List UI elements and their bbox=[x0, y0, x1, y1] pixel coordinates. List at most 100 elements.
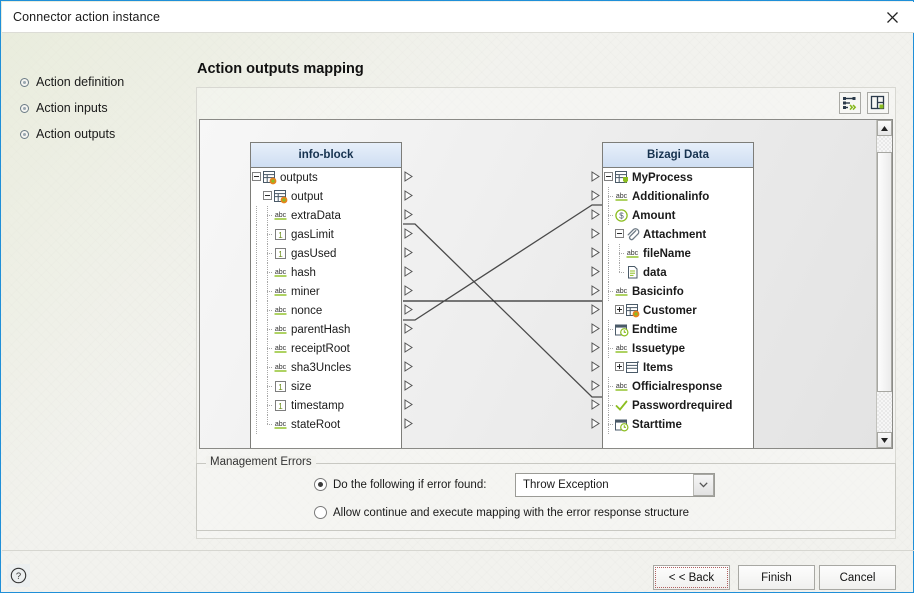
collapse-toggle-icon[interactable] bbox=[603, 168, 614, 187]
back-button[interactable]: < < Back bbox=[653, 565, 730, 590]
tree-indent-guide bbox=[262, 301, 273, 320]
connector-arrow-icon[interactable] bbox=[589, 395, 602, 414]
collapse-toggle-icon[interactable] bbox=[614, 225, 625, 244]
tree-row[interactable]: abc miner bbox=[251, 282, 401, 301]
tree-row[interactable]: abc Additionalinfo bbox=[603, 187, 753, 206]
connector-arrow-icon[interactable] bbox=[589, 186, 602, 205]
tree-row[interactable]: abc Officialresponse bbox=[603, 377, 753, 396]
tree-row[interactable]: Attachment bbox=[603, 225, 753, 244]
tree-row[interactable]: abc parentHash bbox=[251, 320, 401, 339]
chevron-down-icon[interactable] bbox=[693, 474, 714, 496]
tree-row[interactable]: Items bbox=[603, 358, 753, 377]
target-tree-header: Bizagi Data bbox=[603, 143, 753, 168]
source-tree[interactable]: info-block outputs output abc extraData 1 gas… bbox=[250, 142, 402, 448]
table-node-icon bbox=[626, 304, 640, 318]
mapping-line bbox=[403, 204, 602, 321]
connector-arrow-icon[interactable] bbox=[402, 300, 415, 319]
radio-do-following[interactable]: Do the following if error found: bbox=[314, 478, 486, 491]
radio-do-following-indicator[interactable] bbox=[314, 478, 327, 491]
auto-map-icon[interactable] bbox=[839, 92, 861, 114]
tree-row[interactable]: abc sha3Uncles bbox=[251, 358, 401, 377]
connector-arrow-icon[interactable] bbox=[589, 205, 602, 224]
svg-text:?: ? bbox=[16, 571, 21, 582]
tree-row[interactable]: 1 size bbox=[251, 377, 401, 396]
mapper-scrollbar[interactable] bbox=[876, 120, 892, 448]
close-icon[interactable] bbox=[870, 2, 914, 32]
tree-row[interactable]: data bbox=[603, 263, 753, 282]
wizard-steps-sidebar: Action definition Action inputs Action o… bbox=[2, 33, 190, 551]
tree-row[interactable]: Starttime bbox=[603, 415, 753, 434]
connector-arrow-icon[interactable] bbox=[589, 262, 602, 281]
connector-arrow-icon[interactable] bbox=[402, 319, 415, 338]
tree-row[interactable]: abc fileName bbox=[603, 244, 753, 263]
tree-row[interactable]: abc hash bbox=[251, 263, 401, 282]
tree-row-label: sha3Uncles bbox=[291, 361, 352, 374]
collapse-toggle-icon[interactable] bbox=[262, 187, 273, 206]
tree-row[interactable]: abc Issuetype bbox=[603, 339, 753, 358]
connector-arrow-icon[interactable] bbox=[589, 357, 602, 376]
tree-row[interactable]: output bbox=[251, 187, 401, 206]
expand-toggle-icon[interactable] bbox=[614, 358, 625, 377]
radio-allow-continue-indicator[interactable] bbox=[314, 506, 327, 519]
tree-row[interactable]: MyProcess bbox=[603, 168, 753, 187]
sidebar-item-action-inputs[interactable]: Action inputs bbox=[20, 101, 108, 115]
collapse-toggle-icon[interactable] bbox=[251, 168, 262, 187]
connector-arrow-icon[interactable] bbox=[402, 205, 415, 224]
connector-arrow-icon[interactable] bbox=[589, 281, 602, 300]
connector-arrow-icon[interactable] bbox=[402, 357, 415, 376]
connector-arrow-icon[interactable] bbox=[589, 319, 602, 338]
finish-button[interactable]: Finish bbox=[738, 565, 815, 590]
tree-row[interactable]: abc nonce bbox=[251, 301, 401, 320]
tree-row[interactable]: outputs bbox=[251, 168, 401, 187]
connector-arrow-icon[interactable] bbox=[589, 224, 602, 243]
scroll-down-icon[interactable] bbox=[877, 432, 892, 448]
title-bar: Connector action instance bbox=[2, 2, 914, 32]
tree-row[interactable]: 1 gasUsed bbox=[251, 244, 401, 263]
tree-row[interactable]: abc stateRoot bbox=[251, 415, 401, 434]
connector-arrow-icon[interactable] bbox=[402, 414, 415, 433]
error-action-dropdown[interactable]: Throw Exception bbox=[515, 473, 715, 497]
connector-arrow-icon[interactable] bbox=[402, 186, 415, 205]
layout-icon[interactable] bbox=[867, 92, 889, 114]
connector-arrow-icon[interactable] bbox=[402, 167, 415, 186]
connector-arrow-icon[interactable] bbox=[589, 243, 602, 262]
mapping-canvas[interactable]: info-block outputs output abc extraData 1 gas… bbox=[199, 119, 893, 449]
connector-arrow-icon[interactable] bbox=[589, 414, 602, 433]
connector-arrow-icon[interactable] bbox=[402, 338, 415, 357]
connector-arrow-icon[interactable] bbox=[402, 224, 415, 243]
scroll-thumb[interactable] bbox=[877, 152, 892, 392]
connector-arrow-icon[interactable] bbox=[402, 376, 415, 395]
tree-indent-guide bbox=[603, 225, 614, 244]
sidebar-item-action-outputs[interactable]: Action outputs bbox=[20, 127, 115, 141]
radio-allow-continue[interactable]: Allow continue and execute mapping with … bbox=[314, 506, 689, 519]
tree-row[interactable]: 1 timestamp bbox=[251, 396, 401, 415]
connector-arrow-icon[interactable] bbox=[402, 281, 415, 300]
connector-arrow-icon[interactable] bbox=[402, 262, 415, 281]
scroll-track-bottom[interactable] bbox=[877, 392, 892, 432]
expand-toggle-icon[interactable] bbox=[614, 301, 625, 320]
connector-arrow-icon[interactable] bbox=[402, 243, 415, 262]
tree-row[interactable]: 1 gasLimit bbox=[251, 225, 401, 244]
source-tree-rows: outputs output abc extraData 1 gasLimit 1 gasUs… bbox=[251, 168, 401, 448]
connector-arrow-icon[interactable] bbox=[402, 395, 415, 414]
tree-row[interactable]: abc Basicinfo bbox=[603, 282, 753, 301]
tree-row[interactable]: $ Amount bbox=[603, 206, 753, 225]
tree-row[interactable]: abc receiptRoot bbox=[251, 339, 401, 358]
connector-arrow-icon[interactable] bbox=[589, 300, 602, 319]
tree-row[interactable]: Passwordrequired bbox=[603, 396, 753, 415]
target-tree[interactable]: Bizagi Data MyProcess abc Additionalinfo $ A… bbox=[602, 142, 754, 448]
tree-row[interactable]: abc extraData bbox=[251, 206, 401, 225]
tree-row[interactable]: Customer bbox=[603, 301, 753, 320]
connector-arrow-icon[interactable] bbox=[589, 338, 602, 357]
tree-row[interactable]: Endtime bbox=[603, 320, 753, 339]
scroll-up-icon[interactable] bbox=[877, 120, 892, 136]
help-icon[interactable]: ? bbox=[7, 564, 30, 587]
connector-arrow-icon[interactable] bbox=[589, 376, 602, 395]
connector-arrow-icon[interactable] bbox=[589, 167, 602, 186]
management-errors-legend: Management Errors bbox=[206, 456, 316, 468]
cancel-button[interactable]: Cancel bbox=[819, 565, 896, 590]
tree-indent-guide bbox=[251, 358, 262, 377]
sidebar-item-action-definition[interactable]: Action definition bbox=[20, 75, 124, 89]
scroll-track-top[interactable] bbox=[877, 136, 892, 152]
target-tree-rows: MyProcess abc Additionalinfo $ Amount Attachm… bbox=[603, 168, 753, 448]
